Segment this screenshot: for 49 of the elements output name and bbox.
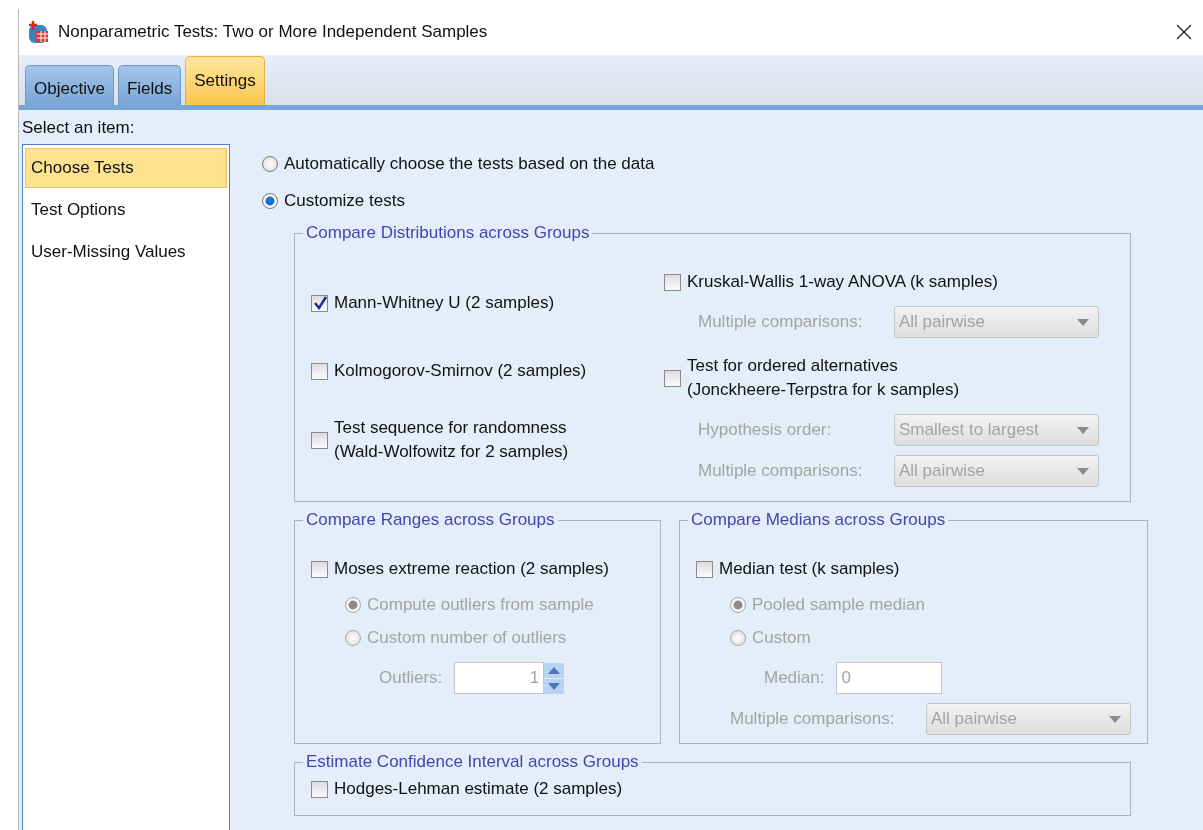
list-item[interactable]: Test Options <box>25 190 227 230</box>
field-label: Multiple comparisons: <box>698 312 864 332</box>
checkbox-label: Test sequence for randomness (Wald-Wolfowitz for 2 samples) <box>334 417 569 463</box>
checkbox-label: Kruskal-Wallis 1-way ANOVA (k samples) <box>687 271 998 293</box>
list-item[interactable]: Choose Tests <box>25 148 227 188</box>
checkbox-label: Moses extreme reaction (2 samples) <box>334 558 609 580</box>
checkbox[interactable] <box>664 273 681 291</box>
list-item[interactable]: User-Missing Values <box>25 232 227 272</box>
tab[interactable]: Settings <box>185 56 265 105</box>
field-label: Outliers: <box>379 668 443 688</box>
checkbox[interactable] <box>311 362 328 380</box>
checkbox[interactable] <box>311 431 328 449</box>
field-label: Multiple comparisons: <box>698 461 864 481</box>
caret-icon <box>1076 425 1090 435</box>
checkbox[interactable] <box>311 294 328 312</box>
field-label: Median: <box>764 668 825 688</box>
app-icon <box>26 20 50 44</box>
group-title: Compare Distributions across Groups <box>303 223 593 243</box>
checkbox[interactable] <box>311 560 328 578</box>
radio-button[interactable] <box>262 193 278 209</box>
tab[interactable]: Objective <box>25 65 114 105</box>
radio-label: Compute outliers from sample <box>367 594 594 616</box>
close-icon[interactable] <box>1175 23 1193 41</box>
checkbox-label: Hodges-Lehman estimate (2 samples) <box>334 778 623 800</box>
caret-icon <box>1108 714 1122 724</box>
group-title: Compare Ranges across Groups <box>303 510 558 530</box>
checkbox-label: Kolmogorov-Smirnov (2 samples) <box>334 360 587 382</box>
checkbox-label: Mann-Whitney U (2 samples) <box>334 292 555 314</box>
group-title: Estimate Confidence Interval across Groups <box>303 752 642 772</box>
group-title: Compare Medians across Groups <box>688 510 949 530</box>
radio-label: Automatically choose the tests based on the data <box>284 153 655 175</box>
checkbox-label: Median test (k samples) <box>719 558 900 580</box>
field-label: Multiple comparisons: <box>730 709 896 729</box>
checkbox[interactable] <box>311 780 328 798</box>
caret-icon <box>1076 317 1090 327</box>
checkbox-label: Test for ordered alternatives (Jonckheere-Terpstra for k samples) <box>687 355 960 401</box>
radio-label: Custom <box>752 627 811 649</box>
radio-label: Customize tests <box>284 190 405 212</box>
tab[interactable]: Fields <box>117 65 182 105</box>
radio-button[interactable] <box>262 156 278 172</box>
checkbox[interactable] <box>696 560 713 578</box>
caret-icon <box>1076 466 1090 476</box>
window-title: Nonparametric Tests: Two or More Independent Samples <box>58 22 489 42</box>
checkbox[interactable] <box>664 369 681 387</box>
field-label: Hypothesis order: <box>698 420 833 440</box>
radio-label: Custom number of outliers <box>367 627 567 649</box>
list-label: Select an item: <box>22 118 136 138</box>
radio-label: Pooled sample median <box>752 594 925 616</box>
check-icon <box>312 296 327 310</box>
